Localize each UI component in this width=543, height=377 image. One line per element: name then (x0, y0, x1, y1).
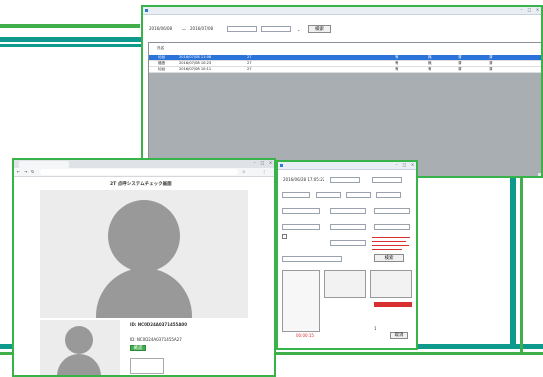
search-button[interactable]: 検索 (374, 254, 404, 262)
row-cell: 2016/07/08 10:23 (179, 61, 212, 65)
row-cell: 無 (428, 55, 432, 59)
search-button[interactable]: 検索 (308, 25, 331, 33)
browser-tab[interactable] (19, 161, 69, 168)
form-field-7[interactable] (376, 192, 401, 198)
minimize-button[interactable]: – (393, 163, 400, 167)
row-cell: 27 (247, 67, 252, 71)
row-cell: 仙台 (158, 55, 166, 59)
browser-window: – □ × ← → ↻ ☆ ⋮ 2T 点呼システムチェック画面 ID: NC0D… (12, 158, 276, 377)
row-cell: 済 (458, 55, 462, 59)
row-cell: 有 (428, 67, 432, 71)
datetime-field[interactable]: 2016/06/28 17:05:22 (282, 177, 324, 183)
back-icon[interactable]: ← (17, 169, 20, 174)
form-field-13[interactable] (374, 224, 410, 230)
right-pane (370, 270, 412, 298)
check-box[interactable] (282, 234, 287, 239)
row-cell: 済 (458, 61, 462, 65)
maximize-button[interactable]: □ (259, 161, 266, 165)
address-bar: ← → ↻ ☆ ⋮ (14, 168, 274, 177)
form-field-4[interactable] (282, 192, 310, 198)
date-from-field[interactable]: 2016/06/08 (148, 26, 180, 32)
form-field-10[interactable] (374, 208, 410, 214)
form-field-15[interactable] (282, 256, 342, 262)
form-field-9[interactable] (330, 208, 366, 214)
confirm-button[interactable]: 確認 (130, 345, 146, 351)
minimize-button[interactable]: – (518, 8, 525, 12)
row-cell: 2016/07/08 10:11 (179, 67, 212, 71)
star-icon[interactable]: ☆ (242, 169, 246, 174)
forward-icon[interactable]: → (24, 169, 27, 174)
row-cell: 済 (489, 61, 493, 65)
alert-box (374, 302, 412, 307)
app-icon (280, 163, 283, 167)
thumb-silhouette-head (65, 326, 93, 354)
row-cell: 無 (428, 61, 432, 65)
browser-tab-strip: – □ × (14, 160, 274, 168)
left-pane (282, 270, 320, 332)
green-band-top (0, 24, 140, 28)
filter-combo-1[interactable] (227, 26, 257, 32)
close-button[interactable]: × (534, 8, 541, 12)
camera-view (40, 190, 248, 318)
minimize-button[interactable]: – (251, 161, 258, 165)
form-field-11[interactable] (282, 224, 320, 230)
row-cell: 福島 (158, 61, 166, 65)
form-field-1[interactable] (330, 177, 360, 183)
count-prefix: 1 (374, 326, 377, 331)
date-sep: 〜 (182, 27, 186, 32)
row-cell: 済 (489, 67, 493, 71)
cancel-button[interactable]: 取消 (390, 332, 408, 339)
person-silhouette-body (96, 268, 192, 318)
id-line-2: ID: NC0D24A0371455A27 (130, 337, 182, 342)
form-field-6[interactable] (346, 192, 371, 198)
close-button[interactable]: × (409, 163, 416, 167)
green-band-right (520, 170, 523, 355)
check-form-window: – □ × 2016/06/28 17:05:22 検索 00:00:15 1 … (276, 160, 418, 350)
menu-icon[interactable]: ⋮ (262, 169, 266, 174)
warning-text (372, 234, 412, 256)
date-to-field[interactable]: 2016/07/08 (189, 26, 223, 32)
row-cell: 27 (247, 55, 252, 59)
thumbnail-view (40, 320, 120, 375)
reload-icon[interactable]: ↻ (31, 169, 34, 174)
form-field-12[interactable] (330, 224, 366, 230)
row-cell: 有 (395, 55, 399, 59)
filter-combo-2[interactable] (261, 26, 291, 32)
person-silhouette-head (108, 200, 180, 272)
filter-combo-2-arrow[interactable]: ⌄ (297, 27, 300, 32)
table-row[interactable]: 仙台 2016/07/08 10:11 27 有 有 済 済 (149, 67, 541, 73)
center-pane (324, 270, 366, 298)
close-button[interactable]: × (267, 161, 274, 165)
grid-scroll-end[interactable] (538, 173, 541, 176)
form-field-2[interactable] (372, 177, 402, 183)
row-cell: 仙台 (158, 67, 166, 71)
col-header: 氏名 (157, 46, 165, 50)
form-field-8[interactable] (282, 208, 320, 214)
thumb-silhouette-body (57, 354, 101, 375)
record-list-window: – □ × 2016/06/08 〜 2016/07/08 ⌄ 検索 氏名 仙台… (141, 5, 543, 178)
app-icon (145, 8, 148, 12)
row-cell: 済 (489, 55, 493, 59)
maximize-button[interactable]: □ (401, 163, 408, 167)
form-field-5[interactable] (316, 192, 341, 198)
record-list-titlebar: – □ × (143, 7, 541, 15)
page-title: 2T 点呼システムチェック画面 (110, 182, 172, 187)
row-cell: 有 (395, 61, 399, 65)
id-line-1: ID: NC0D24A0371455A00 (130, 322, 187, 327)
status-time: 00:00:15 (296, 333, 314, 338)
row-cell: 有 (395, 67, 399, 71)
form-field-14[interactable] (330, 240, 366, 246)
url-field[interactable] (40, 169, 238, 175)
row-cell: 済 (458, 67, 462, 71)
check-form-titlebar: – □ × (278, 162, 416, 170)
teal-band-right (510, 170, 516, 348)
row-cell: 2016/07/08 11:08 (179, 55, 212, 59)
maximize-button[interactable]: □ (526, 8, 533, 12)
note-box[interactable] (130, 358, 164, 374)
row-cell: 27 (247, 61, 252, 65)
